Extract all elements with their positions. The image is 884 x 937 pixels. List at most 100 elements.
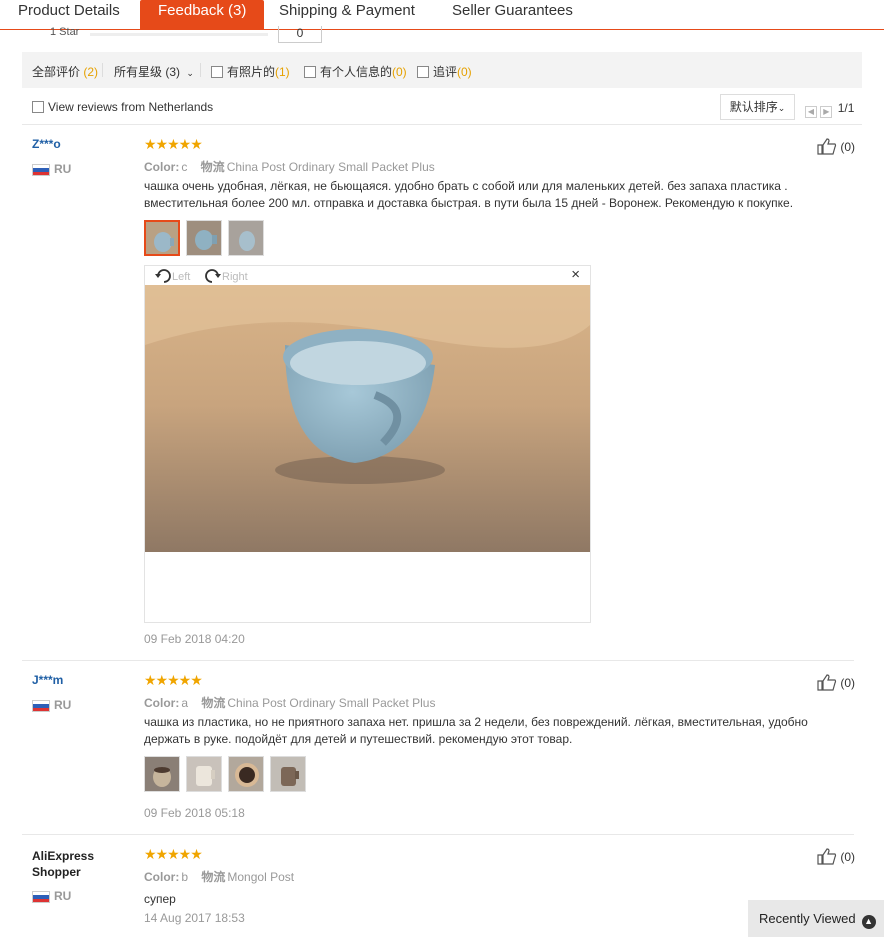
shipping-label: 物流 bbox=[201, 696, 226, 710]
prev-page-icon[interactable]: ◀ bbox=[805, 106, 817, 118]
like-count: (0) bbox=[840, 140, 856, 154]
review-photo-thumb[interactable] bbox=[228, 756, 264, 792]
recently-viewed-label: Recently Viewed bbox=[759, 911, 856, 926]
filter-personal-count: (0) bbox=[392, 65, 407, 79]
review-text: чашка очень удобная, лёгкая, не бьющаяся… bbox=[144, 179, 794, 210]
review-meta: Color: c 物流 China Post Ordinary Small Pack… bbox=[144, 158, 435, 175]
reviewer-name[interactable]: Z***o bbox=[32, 137, 61, 151]
shipping-value: China Post Ordinary Small Packet Plus bbox=[226, 160, 435, 174]
filter-photos[interactable]: 有照片的(1) bbox=[211, 63, 290, 80]
rotate-right-icon bbox=[205, 269, 221, 283]
like-count: (0) bbox=[840, 676, 856, 690]
reviewer-country: RU bbox=[54, 698, 72, 712]
review-photo-thumb[interactable] bbox=[270, 756, 306, 792]
review-photo-thumb[interactable] bbox=[186, 756, 222, 792]
rotate-left-button[interactable]: Left bbox=[154, 267, 190, 284]
shipping-label: 物流 bbox=[201, 870, 226, 884]
rating-row-label: 1 Star bbox=[50, 26, 80, 38]
recently-viewed-button[interactable]: Recently Viewed ▲ bbox=[748, 900, 884, 937]
shipping-value: Mongol Post bbox=[227, 870, 295, 884]
color-label: Color: bbox=[144, 696, 180, 710]
tab-bar: Product Details Feedback (3) Shipping & … bbox=[0, 0, 884, 30]
thumbs-up-icon bbox=[817, 848, 837, 865]
chevron-down-icon: ⌄ bbox=[186, 68, 194, 78]
country-filter[interactable]: View reviews from Netherlands bbox=[32, 100, 213, 114]
review-photo-thumb[interactable] bbox=[144, 220, 180, 256]
like-button[interactable]: (0) bbox=[817, 673, 855, 691]
thumbs-up-icon bbox=[817, 674, 837, 691]
color-value: a bbox=[181, 696, 189, 710]
chevron-down-icon: ⌄ bbox=[777, 103, 786, 113]
sort-label: 默认排序 bbox=[729, 100, 778, 114]
star-rating: ★★★★★ bbox=[144, 672, 203, 688]
reviewer-name[interactable]: J***m bbox=[32, 673, 63, 687]
review-photo-thumb[interactable] bbox=[144, 756, 180, 792]
rating-row-bar bbox=[90, 33, 268, 36]
filter-bar: 全部评价 (2) 所有星级 (3) ⌄ 有照片的(1) 有个人信息的(0) 追评… bbox=[22, 52, 862, 88]
flag-ru-icon bbox=[32, 891, 50, 903]
filter-followup-count: (0) bbox=[457, 65, 472, 79]
color-label: Color: bbox=[144, 160, 180, 174]
filter-divider bbox=[102, 63, 103, 77]
reviewer-country: RU bbox=[54, 889, 72, 903]
tab-seller-guarantees[interactable]: Seller Guarantees bbox=[452, 0, 573, 30]
filter-photos-label: 有照片的 bbox=[227, 65, 276, 79]
filter-followup-label: 追评 bbox=[433, 65, 458, 79]
flag-ru-icon bbox=[32, 164, 50, 176]
flag-ru-icon bbox=[32, 700, 50, 712]
review-date: 09 Feb 2018 05:18 bbox=[144, 806, 245, 820]
review-photo-thumb[interactable] bbox=[186, 220, 222, 256]
pager: ◀ ▶ 1/1 bbox=[805, 101, 854, 118]
next-page-icon[interactable]: ▶ bbox=[820, 106, 833, 118]
country-checkbox[interactable] bbox=[32, 101, 44, 113]
rating-row-count: 0 bbox=[278, 26, 322, 43]
review-photo-large bbox=[145, 285, 590, 552]
filter-followup[interactable]: 追评(0) bbox=[417, 63, 472, 80]
review-text: чашка из пластика, но не приятного запах… bbox=[144, 715, 808, 746]
reviewer-name: AliExpress Shopper bbox=[32, 849, 95, 879]
close-icon[interactable]: × bbox=[571, 266, 580, 283]
filter-divider bbox=[200, 63, 201, 77]
filter-photos-count: (1) bbox=[275, 65, 290, 79]
filter-stars-dropdown[interactable]: 所有星级 (3) ⌄ bbox=[114, 63, 194, 80]
review-photo-thumb[interactable] bbox=[228, 220, 264, 256]
rotate-right-label: Right bbox=[222, 271, 248, 283]
followup-checkbox[interactable] bbox=[417, 66, 429, 78]
color-value: b bbox=[181, 870, 189, 884]
photo-viewer: Left Right × bbox=[144, 265, 591, 623]
divider bbox=[22, 660, 854, 661]
rotate-right-button[interactable]: Right bbox=[204, 267, 248, 284]
review-meta: Color: a 物流 China Post Ordinary Small Pack… bbox=[144, 694, 435, 711]
like-button[interactable]: (0) bbox=[817, 137, 855, 155]
rotate-left-icon bbox=[155, 269, 171, 283]
rotate-left-label: Left bbox=[172, 271, 191, 283]
color-value: c bbox=[181, 160, 188, 174]
filter-all-label: 全部评价 bbox=[32, 65, 81, 79]
shipping-label: 物流 bbox=[200, 160, 225, 174]
filter-stars-label: 所有星级 (3) bbox=[114, 65, 181, 79]
star-rating: ★★★★★ bbox=[144, 136, 203, 152]
chevron-up-icon: ▲ bbox=[861, 915, 876, 929]
divider bbox=[22, 124, 862, 125]
filter-personal[interactable]: 有个人信息的(0) bbox=[304, 63, 407, 80]
thumbs-up-icon bbox=[817, 138, 837, 155]
review-date: 09 Feb 2018 04:20 bbox=[144, 632, 245, 646]
like-count: (0) bbox=[840, 850, 856, 864]
filter-all-count: (2) bbox=[83, 65, 99, 79]
filter-personal-label: 有个人信息的 bbox=[320, 65, 393, 79]
country-filter-label: View reviews from Netherlands bbox=[48, 100, 214, 114]
star-rating: ★★★★★ bbox=[144, 846, 203, 862]
sort-dropdown[interactable]: 默认排序⌄ bbox=[720, 94, 795, 120]
reviewer-country: RU bbox=[54, 162, 72, 176]
filter-all[interactable]: 全部评价 (2) bbox=[32, 63, 98, 80]
shipping-value: China Post Ordinary Small Packet Plus bbox=[227, 696, 436, 710]
personal-checkbox[interactable] bbox=[304, 66, 316, 78]
like-button[interactable]: (0) bbox=[817, 847, 855, 865]
color-label: Color: bbox=[144, 870, 180, 884]
tab-feedback[interactable]: Feedback (3) bbox=[140, 0, 265, 30]
review-date: 14 Aug 2017 18:53 bbox=[144, 911, 245, 925]
viewer-toolbar: Left Right × bbox=[145, 266, 590, 285]
review-meta: Color: b 物流 Mongol Post bbox=[144, 868, 294, 885]
divider bbox=[22, 834, 854, 835]
photos-checkbox[interactable] bbox=[211, 66, 223, 78]
